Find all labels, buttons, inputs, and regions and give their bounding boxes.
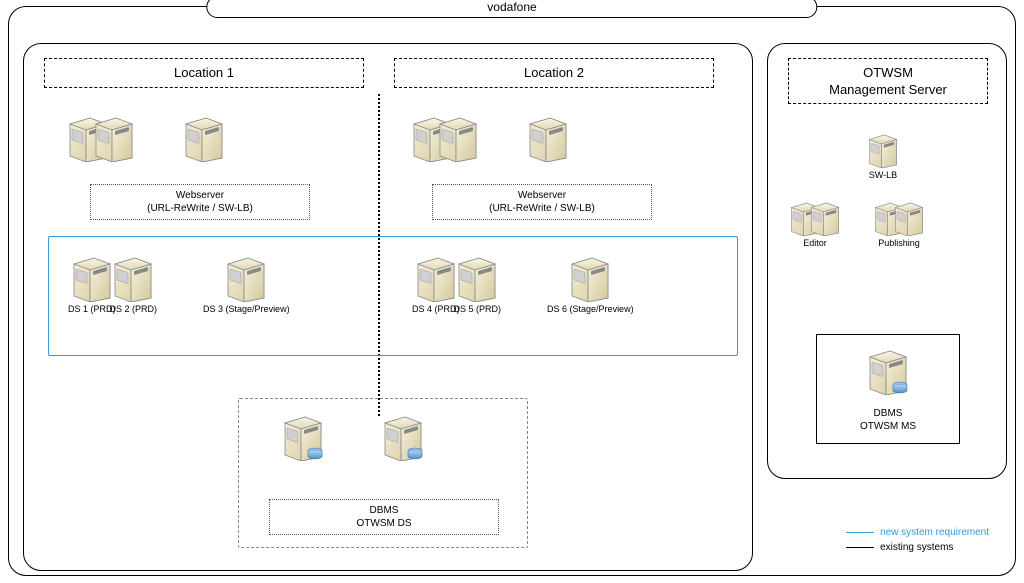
legend-new-label: new system requirement [880,527,989,538]
location-1-header: Location 1 [44,58,364,88]
swlb: SW-LB [868,132,898,180]
webserver-label-line2: (URL-ReWrite / SW-LB) [433,202,651,215]
dbms-ms-label: DBMS OTWSM MS [817,407,959,433]
legend-existing: existing systems [846,542,989,553]
diagram-title: vodafone [206,0,817,18]
ds-group-loc1: DS 1 (PRD) DS 2 (PRD) DS 3 (Stage/Previe… [68,254,290,314]
publishing-label: Publishing [878,238,920,248]
server-icon [810,200,840,236]
ds-label: DS 1 (PRD) [68,304,116,314]
server-icon [438,114,478,162]
webserver-label-loc2: Webserver (URL-ReWrite / SW-LB) [432,184,652,220]
webserver-label-line1: Webserver [433,189,651,202]
main-frame: vodafone Location 1 Location 2 Webserver… [8,6,1016,576]
editor-label: Editor [803,238,827,248]
ds1: DS 1 (PRD) [68,254,116,314]
location-2-header: Location 2 [394,58,714,88]
ds-label: DS 6 (Stage/Preview) [547,304,634,314]
legend-existing-label: existing systems [880,542,953,553]
locations-zone: Location 1 Location 2 Webserver (URL-ReW… [23,43,753,571]
server-icon [226,254,266,302]
db-server-icon [868,347,908,395]
management-zone: OTWSM Management Server SW-LB Editor Pub… [767,43,1007,479]
dbms-ms-box: DBMS OTWSM MS [816,334,960,444]
server-icon [113,254,153,302]
webserver-group-loc2 [412,114,568,162]
db-server-icon [383,413,423,461]
ds5: DS 5 (PRD) [454,254,502,314]
otwsm-header: OTWSM Management Server [788,58,988,104]
server-icon [868,132,898,168]
ds2: DS 2 (PRD) [110,254,158,314]
otwsm-title-line1: OTWSM [789,65,987,82]
server-icon [457,254,497,302]
webserver-label-loc1: Webserver (URL-ReWrite / SW-LB) [90,184,310,220]
editor-publishing-row: Editor Publishing [790,200,924,248]
ds4: DS 4 (PRD) [412,254,460,314]
legend: new system requirement existing systems [846,527,989,557]
server-icon [416,254,456,302]
dbms-ds-box: DBMS OTWSM DS [238,398,528,548]
otwsm-title-line2: Management Server [789,82,987,99]
server-icon [894,200,924,236]
server-icon [72,254,112,302]
dbms-ds-servers [283,413,423,461]
ds-label: DS 4 (PRD) [412,304,460,314]
legend-new: new system requirement [846,527,989,538]
dbms-ds-label-box: DBMS OTWSM DS [269,499,499,535]
db-server-icon [283,413,323,461]
ds-label: DS 2 (PRD) [110,304,158,314]
ds3: DS 3 (Stage/Preview) [203,254,290,314]
ds-label: DS 5 (PRD) [454,304,502,314]
server-icon [94,114,134,162]
dbms-label-line1: DBMS [270,504,498,517]
webserver-label-line1: Webserver [91,189,309,202]
ds-label: DS 3 (Stage/Preview) [203,304,290,314]
dbms-label-line2: OTWSM DS [270,517,498,530]
dbms-ms-line1: DBMS [817,407,959,420]
ds-group-loc2: DS 4 (PRD) DS 5 (PRD) DS 6 (Stage/Previe… [412,254,634,314]
ds6: DS 6 (Stage/Preview) [547,254,634,314]
dbms-ms-line2: OTWSM MS [817,420,959,433]
server-icon [528,114,568,162]
webserver-label-line2: (URL-ReWrite / SW-LB) [91,202,309,215]
swlb-label: SW-LB [869,170,897,180]
webserver-group-loc1 [68,114,224,162]
server-icon [184,114,224,162]
server-icon [570,254,610,302]
publishing-group: Publishing [874,200,924,248]
editor-group: Editor [790,200,840,248]
